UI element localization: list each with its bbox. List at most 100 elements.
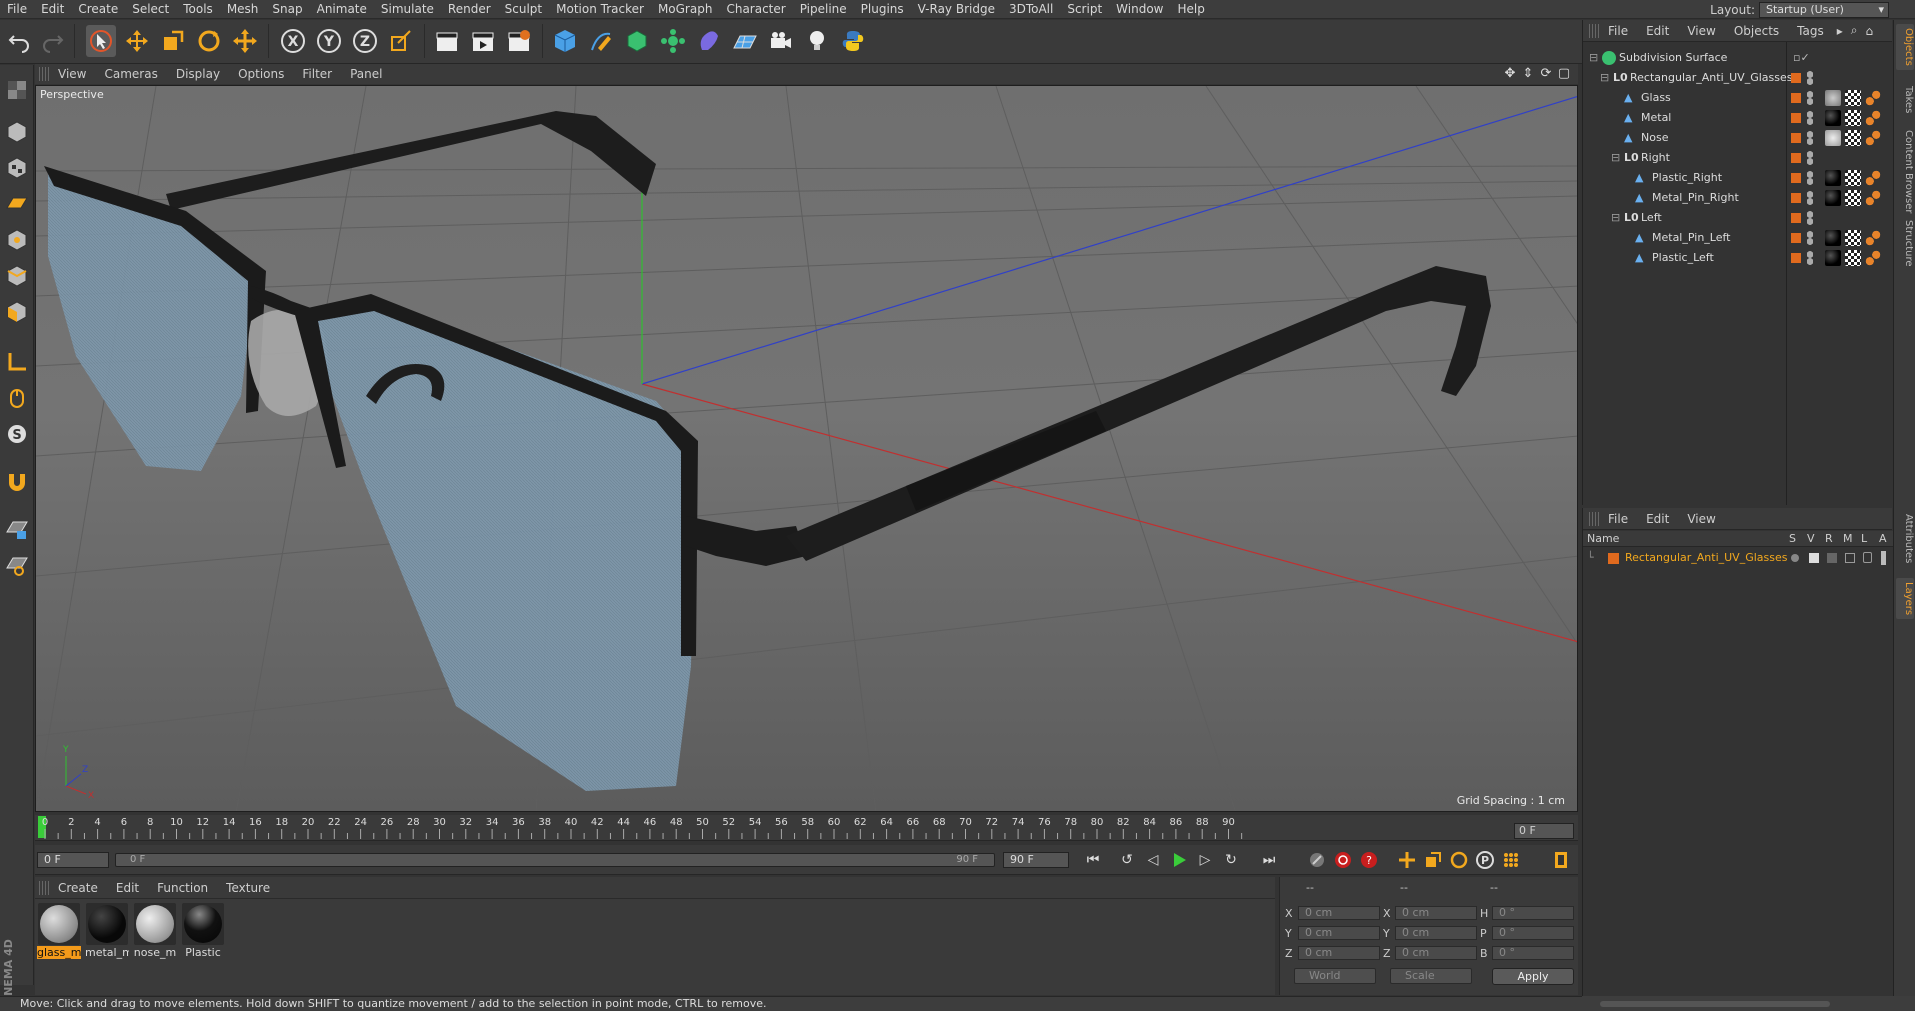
python-button[interactable] [838, 25, 868, 57]
solo-button[interactable]: S [2, 419, 32, 449]
object-menu-tags[interactable]: Tags [1788, 24, 1833, 38]
menu-tools[interactable]: Tools [176, 2, 220, 16]
visibility-dots[interactable] [1807, 151, 1813, 165]
tab-layers[interactable]: Layers [1896, 578, 1914, 620]
object-name[interactable]: Left [1641, 211, 1662, 224]
phong-tag-icon[interactable] [1865, 130, 1881, 146]
menu-pipeline[interactable]: Pipeline [793, 2, 854, 16]
tab-attributes[interactable]: Attributes [1896, 510, 1914, 567]
check-tag-icon[interactable] [1845, 230, 1861, 246]
object-row[interactable]: ⊟ Subdivision Surface ▫✓ [1583, 48, 1893, 68]
pos-z-field[interactable]: 0 cm [1298, 946, 1380, 960]
floor-button[interactable] [730, 25, 760, 57]
points-mode-button[interactable] [2, 225, 32, 255]
previous-key-button[interactable]: ↺ [1115, 849, 1139, 871]
size-z-field[interactable]: 0 cm [1395, 946, 1477, 960]
light-button[interactable] [802, 25, 832, 57]
visibility-dots[interactable] [1807, 91, 1813, 105]
z-axis-lock-button[interactable]: Z [350, 25, 380, 57]
object-menu-objects[interactable]: Objects [1725, 24, 1788, 38]
locked-workplane-button[interactable] [2, 515, 32, 545]
object-menu-view[interactable]: View [1678, 24, 1724, 38]
snap-button[interactable] [2, 467, 32, 497]
collapse-toggle[interactable]: ⊟ [1611, 211, 1620, 224]
object-name[interactable]: Nose [1641, 131, 1668, 144]
pen-button[interactable] [586, 25, 616, 57]
menu-create[interactable]: Create [71, 2, 125, 16]
record-button[interactable] [1331, 849, 1355, 871]
home-icon[interactable]: ⌂ [1862, 24, 1878, 38]
menu-mesh[interactable]: Mesh [220, 2, 266, 16]
check-tag-icon[interactable] [1845, 250, 1861, 266]
undo-button[interactable] [4, 25, 34, 57]
menu-file[interactable]: File [0, 2, 34, 16]
black-tag-icon[interactable] [1825, 170, 1841, 186]
material-plastic[interactable]: Plastic [181, 903, 225, 959]
menu-window[interactable]: Window [1109, 2, 1170, 16]
object-name[interactable]: Rectangular_Anti_UV_Glasses [1630, 71, 1793, 84]
rot-b-field[interactable]: 0 ° [1492, 946, 1574, 960]
tab-content-browser[interactable]: Content Browser [1896, 126, 1914, 217]
visibility-dots[interactable] [1807, 131, 1813, 145]
tab-structure[interactable]: Structure [1896, 216, 1914, 271]
subdivision-button[interactable] [622, 25, 652, 57]
layer-menu-file[interactable]: File [1599, 512, 1637, 526]
material-menu-texture[interactable]: Texture [217, 881, 279, 895]
array-button[interactable] [658, 25, 688, 57]
menu-simulate[interactable]: Simulate [374, 2, 441, 16]
layer-color-swatch[interactable] [1608, 553, 1619, 564]
nose-tag-icon[interactable] [1825, 130, 1841, 146]
layer-color-swatch[interactable] [1791, 173, 1801, 183]
render-picture-viewer-button[interactable] [468, 25, 498, 57]
menu-script[interactable]: Script [1060, 2, 1109, 16]
key-position-button[interactable] [1395, 849, 1419, 871]
menu-plugins[interactable]: Plugins [854, 2, 911, 16]
tweak-mode-button[interactable] [2, 383, 32, 413]
key-parameter-button[interactable]: P [1473, 849, 1497, 871]
object-row[interactable]: ▲ Plastic_Left [1583, 248, 1893, 268]
go-to-start-button[interactable]: ⏮ [1081, 849, 1105, 871]
menu-edit[interactable]: Edit [34, 2, 71, 16]
camera-button[interactable] [766, 25, 796, 57]
material-nose[interactable]: nose_m [133, 903, 177, 959]
layer-name[interactable]: Rectangular_Anti_UV_Glasses [1625, 551, 1788, 564]
layer-color-swatch[interactable] [1791, 133, 1801, 143]
material-metal[interactable]: metal_m [85, 903, 129, 959]
scale-tool-button[interactable] [158, 25, 188, 57]
layer-color-swatch[interactable] [1791, 253, 1801, 263]
object-name[interactable]: Right [1641, 151, 1670, 164]
axis-mode-button[interactable] [2, 347, 32, 377]
check-tag-icon[interactable] [1845, 170, 1861, 186]
layer-color-swatch[interactable] [1791, 213, 1801, 223]
object-row[interactable]: ▲ Plastic_Right [1583, 168, 1893, 188]
object-row[interactable]: ⊟ L0 Right [1583, 148, 1893, 168]
tab-objects[interactable]: Objects [1896, 24, 1914, 70]
render-settings-button[interactable] [504, 25, 534, 57]
planar-workplane-button[interactable] [2, 551, 32, 581]
render-view-button[interactable] [432, 25, 462, 57]
phong-tag-icon[interactable] [1865, 170, 1881, 186]
end-frame-field[interactable]: 90 F [1003, 852, 1069, 868]
menu-sculpt[interactable]: Sculpt [498, 2, 549, 16]
menu-character[interactable]: Character [719, 2, 792, 16]
size-x-field[interactable]: 0 cm [1395, 906, 1477, 920]
layer-color-swatch[interactable] [1791, 113, 1801, 123]
object-name[interactable]: Plastic_Right [1652, 171, 1722, 184]
object-menu-edit[interactable]: Edit [1637, 24, 1678, 38]
phong-tag-icon[interactable] [1865, 90, 1881, 106]
cube-button[interactable] [550, 25, 580, 57]
object-name[interactable]: Metal_Pin_Left [1652, 231, 1730, 244]
more-arrow-icon[interactable]: ▸ [1833, 24, 1847, 38]
x-axis-lock-button[interactable]: X [278, 25, 308, 57]
go-to-end-button[interactable]: ⏭ [1257, 849, 1281, 871]
layer-color-swatch[interactable] [1791, 73, 1801, 83]
collapse-toggle[interactable]: ⊟ [1611, 151, 1620, 164]
phong-tag-icon[interactable] [1865, 190, 1881, 206]
object-row[interactable]: ▲ Metal [1583, 108, 1893, 128]
object-name[interactable]: Metal [1641, 111, 1671, 124]
key-rotation-button[interactable] [1447, 849, 1471, 871]
collapse-toggle[interactable]: ⊟ [1600, 71, 1609, 84]
visibility-dots[interactable] [1807, 191, 1813, 205]
move-tool-button[interactable] [122, 25, 152, 57]
black-tag-icon[interactable] [1825, 230, 1841, 246]
